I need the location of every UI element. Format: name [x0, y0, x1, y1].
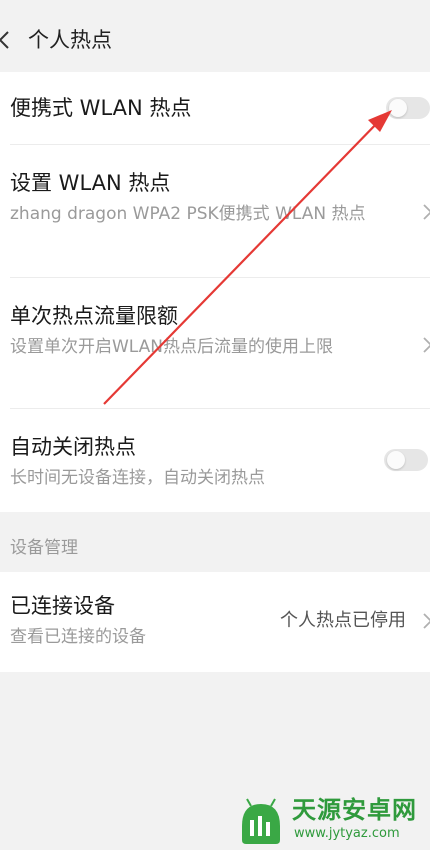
watermark: 天源安卓网 www.jytyaz.com: [236, 792, 430, 850]
hotspot-settings-card: 便携式 WLAN 热点 设置 WLAN 热点 zhang dragon WPA2…: [0, 72, 430, 512]
setup-wlan-hotspot-row[interactable]: 设置 WLAN 热点 zhang dragon WPA2 PSK便携式 WLAN…: [0, 145, 430, 277]
setup-wlan-hotspot-subtitle: zhang dragon WPA2 PSK便携式 WLAN 热点: [10, 204, 366, 224]
hotspot-data-limit-label: 单次热点流量限额: [10, 304, 178, 328]
hotspot-data-limit-subtitle: 设置单次开启WLAN热点后流量的使用上限: [10, 337, 334, 357]
auto-close-hotspot-toggle[interactable]: [384, 449, 428, 471]
portable-wlan-hotspot-toggle[interactable]: [386, 97, 430, 119]
auto-close-hotspot-row[interactable]: 自动关闭热点 长时间无设备连接，自动关闭热点: [0, 409, 430, 512]
page-title: 个人热点: [28, 28, 112, 52]
hotspot-data-limit-row[interactable]: 单次热点流量限额 设置单次开启WLAN热点后流量的使用上限: [0, 278, 430, 408]
chevron-right-icon: [423, 613, 430, 629]
watermark-url: www.jytyaz.com: [294, 826, 400, 841]
chevron-right-icon: [423, 337, 430, 353]
toggle-knob: [389, 99, 407, 117]
portable-wlan-hotspot-row[interactable]: 便携式 WLAN 热点: [0, 72, 430, 144]
portable-wlan-hotspot-label: 便携式 WLAN 热点: [10, 96, 192, 120]
watermark-text: 天源安卓网: [292, 796, 417, 824]
toggle-knob: [387, 451, 405, 469]
setup-wlan-hotspot-label: 设置 WLAN 热点: [10, 171, 171, 195]
connected-devices-label: 已连接设备: [10, 594, 115, 618]
watermark-logo-icon: [242, 798, 280, 844]
auto-close-hotspot-label: 自动关闭热点: [10, 435, 136, 459]
device-management-section-label: 设备管理: [10, 538, 78, 558]
hotspot-status-value: 个人热点已停用: [280, 610, 406, 631]
back-arrow-icon[interactable]: [0, 26, 12, 54]
auto-close-hotspot-subtitle: 长时间无设备连接，自动关闭热点: [10, 468, 265, 488]
chevron-right-icon: [423, 204, 430, 220]
top-bar: 个人热点: [0, 0, 430, 80]
